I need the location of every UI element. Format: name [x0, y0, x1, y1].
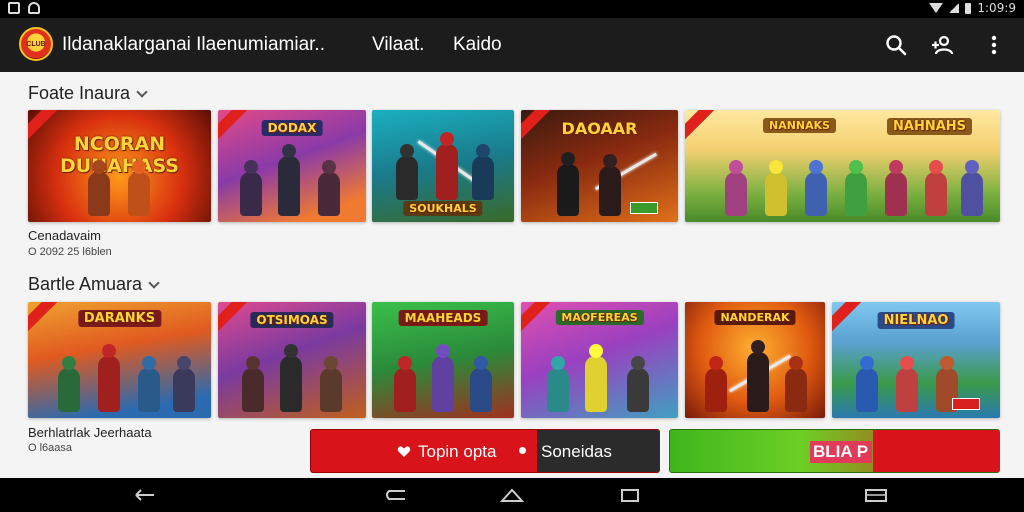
tile-badge	[952, 398, 980, 410]
play-button[interactable]: BLIA P	[669, 429, 1000, 473]
recents-icon[interactable]	[617, 487, 643, 503]
section-title-1-label: Foate Inaura	[28, 83, 131, 103]
tile-banner: NAHNAHS	[887, 118, 973, 135]
tile-banner: DODAX	[261, 120, 323, 136]
notification-icon	[8, 2, 20, 14]
tile-banner: SOUKHALS	[403, 201, 483, 216]
search-icon[interactable]	[884, 33, 908, 57]
tile-banner: MAAHEADS	[398, 310, 488, 326]
chevron-down-icon	[136, 85, 148, 98]
app-logo[interactable]: CLUB	[19, 27, 53, 61]
tab-kaido[interactable]: Kaido	[453, 34, 502, 56]
status-time: 1:09:9	[977, 1, 1016, 15]
section-2-meta-title: Berhlatrlak Jeerhaata	[28, 425, 152, 440]
game-tile[interactable]: DODAX	[218, 110, 366, 222]
tile-banner: NANDERAK	[714, 310, 796, 325]
android-icon	[28, 2, 40, 14]
menu-icon[interactable]	[863, 487, 889, 503]
add-user-icon[interactable]	[930, 33, 954, 57]
back-icon[interactable]	[132, 487, 158, 503]
section-2-meta-sub: O l6aasa	[28, 442, 73, 454]
tile-ribbon	[218, 302, 248, 335]
primary-action-label: Topin opta	[418, 442, 497, 461]
app-title: Ildanaklarganai Ilaenumiamiar..	[62, 34, 325, 55]
wifi-icon	[929, 3, 944, 13]
tile-ribbon	[521, 302, 551, 335]
app-bar: CLUB Ildanaklarganai Ilaenumiamiar.. Vil…	[0, 18, 1024, 72]
back-arrow-icon[interactable]	[383, 487, 409, 503]
battery-icon	[965, 2, 972, 14]
section-1-meta-title: Cenadavaim	[28, 228, 101, 243]
section-1-meta-sub: O 2092 25 l6blen	[28, 246, 112, 258]
game-tile[interactable]: OTSIMOAS	[218, 302, 366, 418]
game-tile[interactable]: MAOFEREAS	[521, 302, 678, 418]
section-title-2[interactable]: Bartle Amuara	[28, 274, 160, 295]
game-tile[interactable]: DARANKS	[28, 302, 211, 418]
play-button-label: BLIA P	[813, 442, 869, 461]
signal-icon	[949, 3, 960, 13]
game-tile[interactable]: NIELNAO	[832, 302, 1000, 418]
tile-ribbon	[832, 302, 862, 335]
tile-ribbon	[685, 110, 715, 143]
tile-banner: DARANKS	[77, 310, 162, 327]
status-bar: 1:09:9	[0, 0, 1024, 18]
game-tile[interactable]: NANNAKS NAHNAHS	[685, 110, 1000, 222]
tile-banner: DAOAAR	[561, 119, 638, 138]
primary-action-button[interactable]: Topin opta Soneidas	[310, 429, 660, 473]
chevron-down-icon	[148, 276, 160, 289]
dot-icon	[519, 447, 526, 454]
home-icon[interactable]	[499, 487, 525, 503]
section-title-1[interactable]: Foate Inaura	[28, 83, 148, 104]
tile-banner: NCORAN DUNAHASS	[60, 133, 179, 177]
section-title-2-label: Bartle Amuara	[28, 274, 143, 294]
game-tile[interactable]: DAOAAR	[521, 110, 678, 222]
tile-banner: OTSIMOAS	[250, 312, 334, 328]
game-tile[interactable]: NCORAN DUNAHASS	[28, 110, 211, 222]
heart-icon	[397, 446, 411, 457]
game-tile[interactable]: SOUKHALS	[372, 110, 514, 222]
tile-badge	[630, 202, 658, 214]
tile-banner: NIELNAO	[877, 312, 955, 329]
tile-banner: MAOFEREAS	[555, 310, 644, 325]
app-screen: 1:09:9 CLUB Ildanaklarganai Ilaenumiamia…	[0, 0, 1024, 512]
system-nav-bar	[0, 478, 1024, 512]
tile-ribbon	[218, 110, 248, 143]
tile-ribbon	[521, 110, 551, 143]
tab-vilaat[interactable]: Vilaat.	[372, 34, 424, 56]
more-vert-icon[interactable]	[982, 33, 1006, 57]
secondary-action-label[interactable]: Soneidas	[541, 442, 612, 462]
logo-text: CLUB	[26, 40, 46, 48]
tile-ribbon	[28, 302, 58, 335]
game-tile[interactable]: NANDERAK	[685, 302, 825, 418]
game-tile[interactable]: MAAHEADS	[372, 302, 514, 418]
tile-banner: NANNAKS	[763, 118, 837, 133]
